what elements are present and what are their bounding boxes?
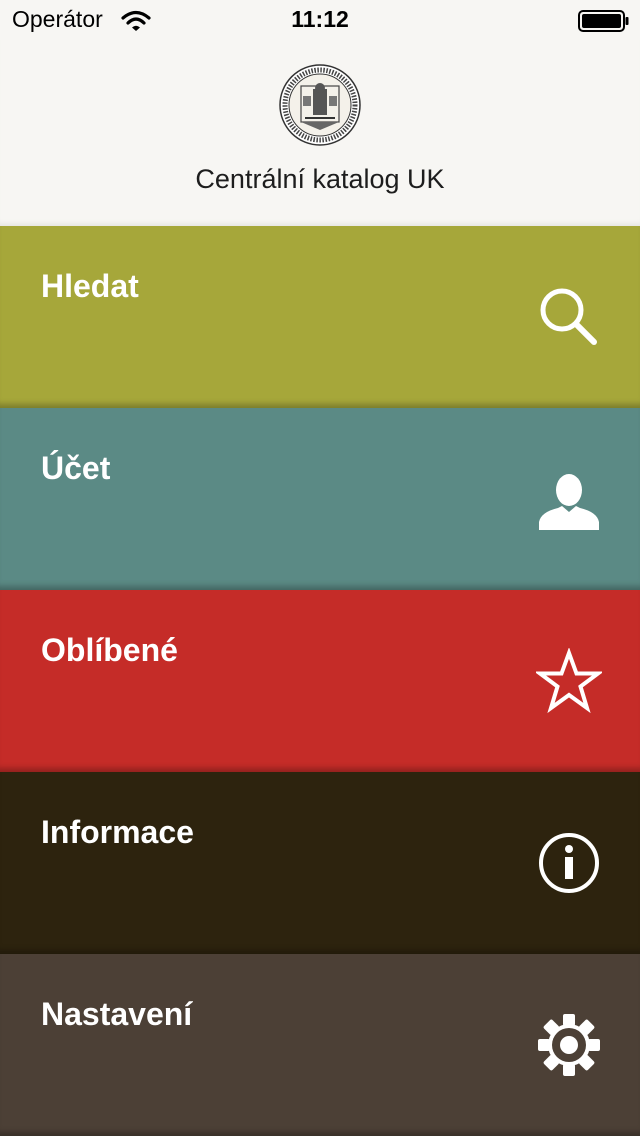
status-time: 11:12 xyxy=(291,6,349,32)
battery-icon xyxy=(578,10,629,32)
user-icon xyxy=(539,474,599,530)
university-seal-icon xyxy=(279,64,361,146)
status-bar: Operátor 11:12 xyxy=(0,0,640,40)
menu-item-account[interactable]: Účet xyxy=(0,408,640,590)
star-icon xyxy=(536,648,602,714)
app-title: Centrální katalog UK xyxy=(195,164,445,194)
gear-icon xyxy=(538,1014,600,1076)
menu-item-label: Nastavení xyxy=(41,996,193,1032)
menu-item-settings[interactable]: Nastavení xyxy=(0,954,640,1136)
search-icon xyxy=(540,288,597,345)
menu-item-information[interactable]: Informace xyxy=(0,772,640,954)
app-header: Centrální katalog UK xyxy=(0,40,640,226)
info-icon xyxy=(539,833,599,893)
menu-item-label: Informace xyxy=(41,814,194,850)
menu-item-label: Účet xyxy=(41,450,111,486)
menu-item-search[interactable]: Hledat xyxy=(0,226,640,408)
menu-item-favorites[interactable]: Oblíbené xyxy=(0,590,640,772)
menu-item-label: Hledat xyxy=(41,268,139,304)
menu-item-label: Oblíbené xyxy=(41,632,178,668)
